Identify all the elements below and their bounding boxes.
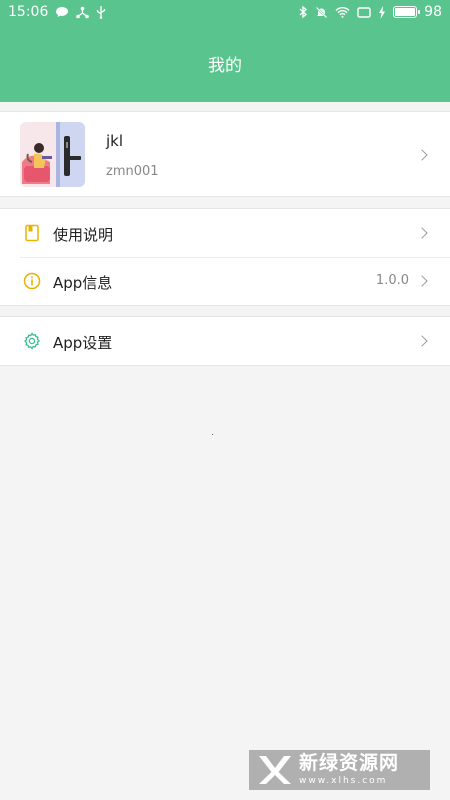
app-version: 1.0.0: [375, 273, 409, 288]
battery-percent: 98: [424, 4, 442, 20]
gear-icon: [24, 332, 40, 350]
book-icon: [25, 224, 39, 242]
menu-item-app-info[interactable]: App信息 1.0.0: [0, 257, 450, 305]
charging-icon: [379, 5, 386, 19]
watermark-title: 新绿资源网: [299, 752, 400, 774]
status-bar: 15:06 98: [0, 0, 450, 24]
avatar: [20, 122, 85, 187]
message-icon: [56, 7, 69, 17]
info-icon: [23, 272, 41, 290]
page-title: 我的: [208, 55, 242, 76]
menu-label-instructions: 使用说明: [53, 226, 114, 244]
watermark-subtitle: www.xlhs.com: [299, 776, 388, 786]
battery-fill: [395, 8, 415, 16]
status-time: 15:06: [8, 4, 49, 20]
profile-name: jkl: [106, 132, 124, 150]
status-right: 98: [299, 4, 442, 20]
wifi-icon: [335, 7, 350, 18]
screen-icon: [357, 6, 371, 18]
stray-dot: [212, 434, 213, 435]
battery-icon: [393, 6, 421, 18]
menu-group-settings: App设置: [0, 316, 450, 366]
chevron-right-icon: [416, 335, 428, 347]
chevron-right-icon: [416, 275, 428, 287]
usb-icon: [97, 6, 106, 19]
menu-group-info: 使用说明 App信息 1.0.0: [0, 208, 450, 306]
watermark-text: 新绿资源网 www.xlhs.com: [299, 754, 399, 786]
profile-card[interactable]: jkl zmn001: [0, 111, 450, 197]
menu-label-app-settings: App设置: [53, 334, 113, 352]
app-header: 我的: [0, 24, 450, 102]
menu-label-app-info: App信息: [53, 274, 113, 292]
share-icon: [76, 6, 90, 18]
status-left: 15:06: [8, 4, 106, 20]
chevron-right-icon: [416, 227, 428, 239]
watermark-logo-icon: [259, 756, 291, 784]
watermark: 新绿资源网 www.xlhs.com: [249, 750, 430, 790]
profile-username: zmn001: [106, 164, 159, 179]
mute-bell-icon: [315, 5, 328, 19]
bluetooth-icon: [299, 5, 308, 19]
menu-item-app-settings[interactable]: App设置: [0, 317, 450, 365]
menu-item-instructions[interactable]: 使用说明: [0, 209, 450, 257]
chevron-right-icon: [416, 149, 428, 161]
